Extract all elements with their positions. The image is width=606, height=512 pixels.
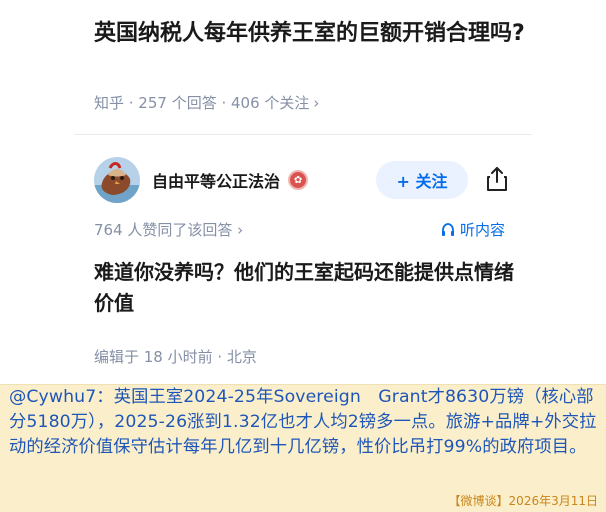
headphones-icon <box>442 222 454 236</box>
chevron-right-icon: › <box>313 93 320 112</box>
comment-source: 【微博谈】2026年3月11日 <box>448 494 598 508</box>
question-meta[interactable]: 知乎 · 257 个回答 · 406 个关注 › <box>94 92 319 113</box>
share-icon[interactable] <box>484 165 510 193</box>
follow-button[interactable]: + 关注 <box>376 161 468 199</box>
comment-box: @Cywhu7：英国王室2024-25年Sovereign Grant才8630… <box>0 384 606 512</box>
zhihu-answer-screenshot: 英国纳税人每年供养王室的巨额开销合理吗? 知乎 · 257 个回答 · 406 … <box>0 0 606 512</box>
verified-badge-icon: ✿ <box>288 170 309 190</box>
answer-body: 难道你没养吗？他们的王室起码还能提供点情绪价值 <box>94 260 514 315</box>
listen-label: 听内容 <box>460 221 506 239</box>
edit-time: 编辑于 18 小时前 · 北京 <box>94 348 257 366</box>
comment-text: @Cywhu7：英国王室2024-25年Sovereign Grant才8630… <box>9 387 597 457</box>
author-name[interactable]: 自由平等公正法治 <box>152 168 280 192</box>
question-meta-text: 知乎 · 257 个回答 · 406 个关注 <box>94 94 310 112</box>
avatar-image <box>94 157 140 203</box>
question-title[interactable]: 英国纳税人每年供养王室的巨额开销合理吗? <box>94 16 534 51</box>
listen-button[interactable]: 听内容 <box>440 219 505 240</box>
avatar[interactable] <box>94 157 140 203</box>
vote-count[interactable]: 764 人赞同了该回答 › <box>94 219 243 240</box>
divider <box>74 134 532 135</box>
